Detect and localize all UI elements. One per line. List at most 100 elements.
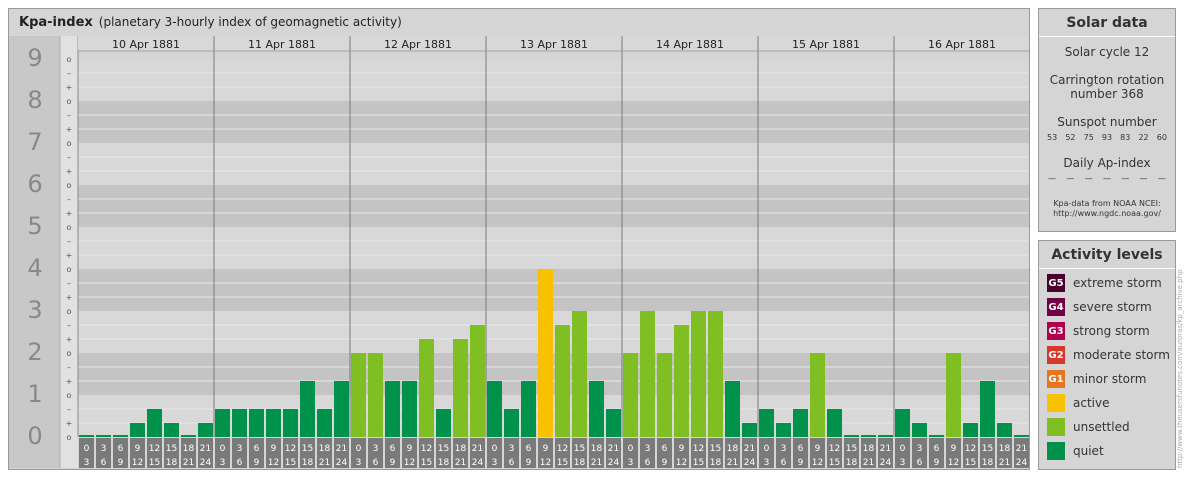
- interval-end-label: 15: [285, 458, 296, 468]
- interval-end-label: 6: [237, 458, 243, 468]
- kp-bar: [980, 381, 995, 437]
- y-subtick-label: o: [67, 181, 72, 190]
- interval-start-label: 15: [846, 444, 857, 454]
- source-link[interactable]: http://www.ngdc.noaa.gov/: [1039, 209, 1175, 219]
- y-subtick-label: o: [67, 223, 72, 232]
- interval-end-label: 6: [917, 458, 923, 468]
- kp-bar: [844, 435, 859, 437]
- kp-bar: [861, 435, 876, 437]
- interval-end-label: 9: [390, 458, 396, 468]
- interval-start-label: 3: [509, 444, 515, 454]
- interval-start-label: 15: [302, 444, 313, 454]
- interval-end-label: 15: [421, 458, 432, 468]
- interval-start-label: 21: [1016, 444, 1027, 454]
- y-subtick-label: o: [67, 307, 72, 316]
- interval-end-label: 21: [863, 458, 874, 468]
- kp-bar: [181, 435, 196, 437]
- kp-band: [78, 311, 1029, 353]
- kp-bar: [334, 381, 349, 437]
- interval-start-label: 3: [101, 444, 107, 454]
- y-subtick-label: o: [67, 433, 72, 442]
- y-tick-label: 2: [27, 338, 42, 366]
- interval-end-label: 6: [645, 458, 651, 468]
- interval-end-label: 9: [118, 458, 124, 468]
- kp-bar: [827, 408, 842, 437]
- interval-end-label: 18: [846, 458, 858, 468]
- interval-start-label: 0: [356, 444, 362, 454]
- kp-bar: [589, 381, 604, 437]
- interval-end-label: 6: [373, 458, 379, 468]
- kp-bar: [538, 269, 553, 437]
- y-subtick-label: –: [67, 69, 71, 78]
- interval-start-label: 15: [710, 444, 721, 454]
- interval-end-label: 6: [101, 458, 107, 468]
- interval-end-label: 12: [676, 458, 687, 468]
- activity-levels-title: Activity levels: [1039, 241, 1175, 269]
- kp-bar: [606, 408, 621, 437]
- legend-item-extreme-storm: G5 extreme storm: [1047, 273, 1175, 293]
- interval-end-label: 18: [166, 458, 178, 468]
- kp-bar-chart: 0123456789o+–o+–o+–o+–o+–o+–o+–o+–o+–o10…: [9, 36, 1029, 468]
- interval-start-label: 3: [373, 444, 379, 454]
- sunspot-value: 52: [1065, 133, 1076, 142]
- interval-start-label: 9: [135, 444, 141, 454]
- interval-end-label: 6: [781, 458, 787, 468]
- interval-end-label: 21: [727, 458, 738, 468]
- kp-bar: [402, 381, 417, 437]
- kp-bar: [419, 339, 434, 437]
- interval-start-label: 18: [863, 444, 875, 454]
- legend-label: severe storm: [1073, 300, 1152, 314]
- kp-bar: [708, 311, 723, 437]
- day-label: 14 Apr 1881: [656, 38, 724, 51]
- interval-end-label: 12: [540, 458, 551, 468]
- legend-item-quiet: quiet: [1047, 441, 1175, 461]
- interval-start-label: 12: [149, 444, 160, 454]
- interval-start-label: 6: [254, 444, 260, 454]
- interval-end-label: 24: [1016, 458, 1028, 468]
- kp-bar: [572, 311, 587, 437]
- sunspot-value: 93: [1101, 133, 1113, 142]
- legend-item-severe-storm: G4 severe storm: [1047, 297, 1175, 317]
- interval-end-label: 3: [356, 458, 362, 468]
- interval-start-label: 12: [829, 444, 840, 454]
- interval-start-label: 21: [608, 444, 619, 454]
- legend-swatch: G3: [1047, 322, 1065, 340]
- interval-end-label: 3: [764, 458, 770, 468]
- day-label: 15 Apr 1881: [792, 38, 860, 51]
- interval-end-label: 24: [200, 458, 212, 468]
- ap-value: —: [1048, 174, 1057, 183]
- kp-bar: [963, 423, 978, 437]
- y-subtick-label: o: [67, 55, 72, 64]
- ap-values: — — — — — — —: [1039, 174, 1175, 183]
- interval-end-label: 24: [608, 458, 620, 468]
- interval-end-label: 21: [591, 458, 602, 468]
- kp-bar: [385, 381, 400, 437]
- y-subtick-label: +: [66, 125, 73, 134]
- legend-item-moderate-storm: G2 moderate storm: [1047, 345, 1175, 365]
- interval-end-label: 12: [404, 458, 415, 468]
- ap-value: —: [1157, 174, 1166, 183]
- kp-bar: [300, 381, 315, 437]
- kp-bar: [215, 408, 230, 437]
- interval-end-label: 21: [455, 458, 466, 468]
- y-subtick-label: –: [67, 279, 71, 288]
- interval-end-label: 24: [336, 458, 348, 468]
- kp-bar: [997, 423, 1012, 437]
- y-subtick-label: +: [66, 251, 73, 260]
- kp-bar: [368, 353, 383, 437]
- y-subtick-label: –: [67, 237, 71, 246]
- y-subtick-label: o: [67, 97, 72, 106]
- solar-cycle: Solar cycle 12: [1064, 45, 1150, 59]
- interval-start-label: 0: [84, 444, 90, 454]
- interval-end-label: 9: [934, 458, 940, 468]
- interval-end-label: 21: [319, 458, 330, 468]
- legend-swatch: [1047, 442, 1065, 460]
- y-subtick-label: –: [67, 195, 71, 204]
- day-label: 11 Apr 1881: [248, 38, 316, 51]
- interval-start-label: 12: [421, 444, 432, 454]
- interval-end-label: 9: [662, 458, 668, 468]
- interval-start-label: 0: [220, 444, 226, 454]
- y-subtick-label: +: [66, 377, 73, 386]
- interval-start-label: 6: [934, 444, 940, 454]
- interval-start-label: 9: [407, 444, 413, 454]
